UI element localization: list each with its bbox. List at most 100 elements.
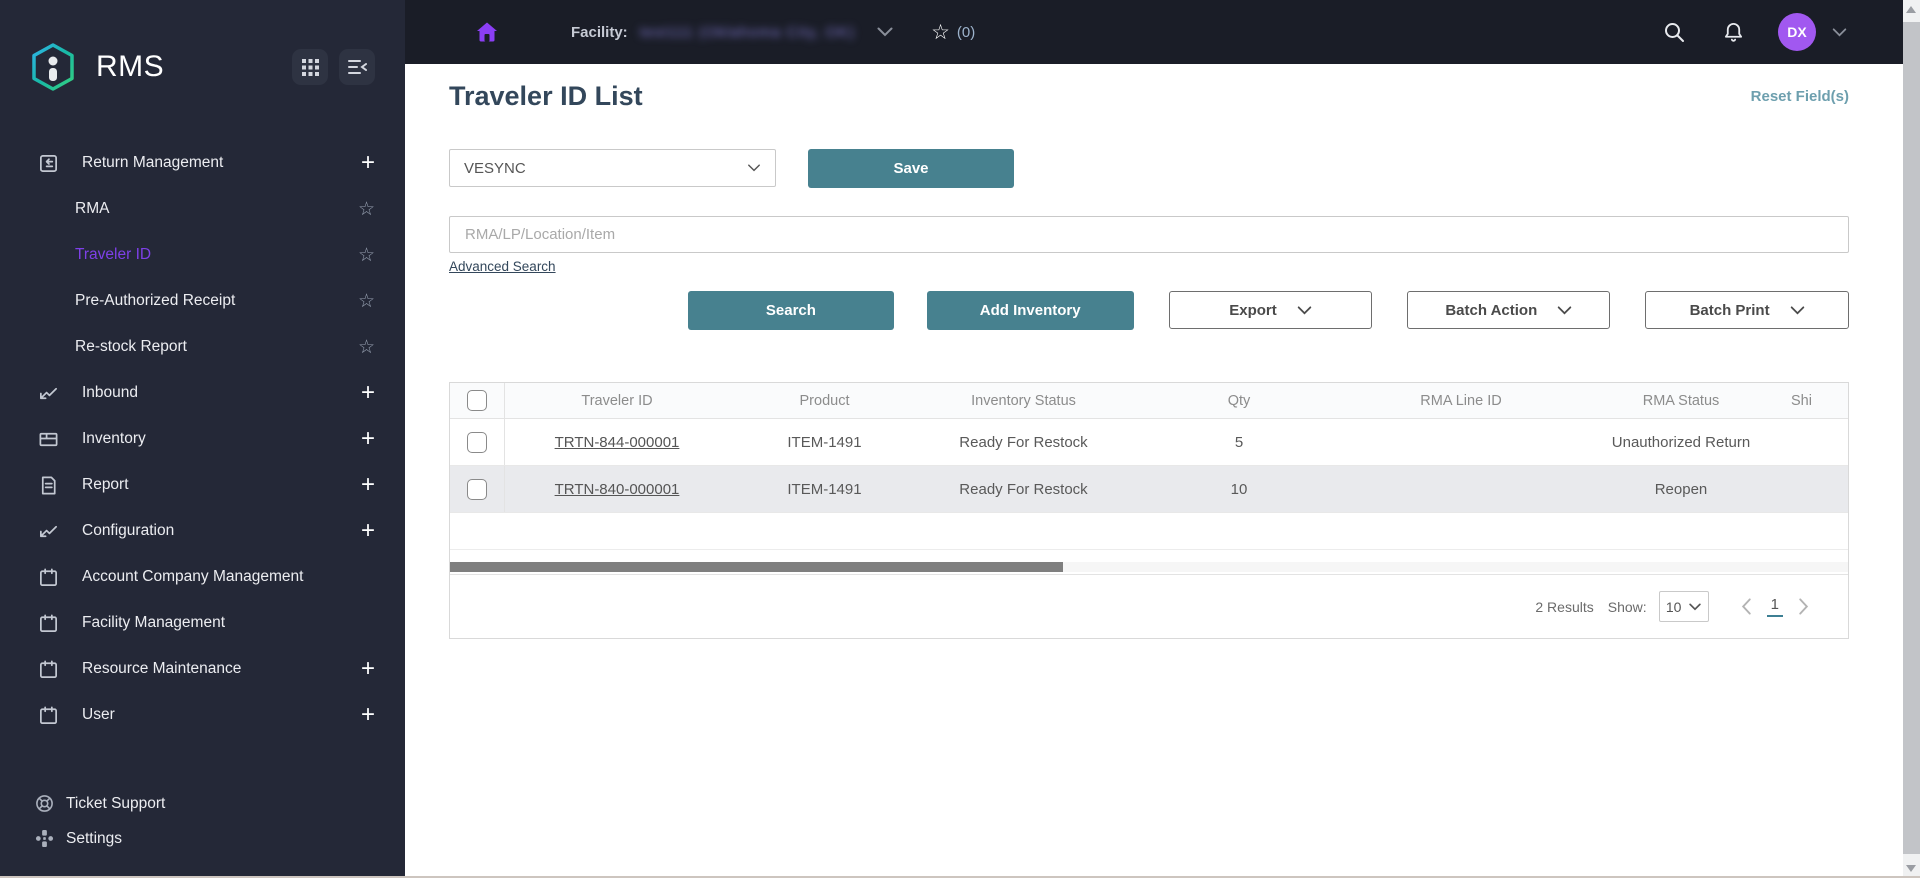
export-dropdown[interactable]: Export bbox=[1168, 291, 1373, 329]
next-page-icon[interactable] bbox=[1798, 598, 1809, 615]
sidebar-item-pre-authorized-receipt[interactable]: Pre-Authorized Receipt ☆ bbox=[0, 278, 405, 324]
current-page[interactable]: 1 bbox=[1766, 596, 1783, 617]
batch-print-label: Batch Print bbox=[1689, 301, 1770, 319]
client-select[interactable]: VESYNC bbox=[449, 149, 776, 187]
sidebar-item-traveler-id[interactable]: Traveler ID ☆ bbox=[0, 232, 405, 278]
topbar: Facility: test111 (Oklahoma City, OK) ☆ … bbox=[405, 0, 1903, 64]
scroll-up-arrow-icon[interactable] bbox=[1906, 6, 1916, 13]
sidebar-item-return-management[interactable]: Return Management + bbox=[0, 140, 405, 186]
table-horizontal-scrollbar bbox=[450, 550, 1848, 574]
notifications-bell-icon[interactable] bbox=[1723, 21, 1744, 43]
rma-status-cell: Unauthorized Return bbox=[1611, 433, 1751, 451]
user-avatar[interactable]: DX bbox=[1778, 13, 1816, 51]
facility-selector[interactable]: Facility: test111 (Oklahoma City, OK) bbox=[571, 24, 893, 41]
chevron-down-icon bbox=[1790, 305, 1805, 315]
apps-grid-button[interactable] bbox=[292, 49, 328, 85]
vscroll-thumb[interactable] bbox=[1903, 22, 1920, 854]
home-icon[interactable] bbox=[475, 20, 499, 44]
footer-item-label: Settings bbox=[66, 829, 123, 847]
expand-plus-icon[interactable]: + bbox=[361, 657, 375, 681]
chevron-down-icon bbox=[1557, 305, 1572, 315]
calendar-icon bbox=[37, 704, 59, 726]
sidebar-nav: Return Management + RMA ☆ Traveler ID ☆ … bbox=[0, 140, 405, 738]
results-count: 2 Results bbox=[1535, 598, 1594, 615]
page-size-value: 10 bbox=[1665, 598, 1682, 615]
sidebar-item-rma[interactable]: RMA ☆ bbox=[0, 186, 405, 232]
favorite-star-icon[interactable]: ☆ bbox=[358, 338, 375, 357]
hscroll-thumb[interactable] bbox=[450, 562, 1063, 572]
prev-page-icon[interactable] bbox=[1741, 598, 1752, 615]
search-input[interactable] bbox=[449, 216, 1849, 253]
return-box-icon bbox=[37, 152, 59, 174]
expand-plus-icon[interactable]: + bbox=[361, 473, 375, 497]
footer-item-label: Ticket Support bbox=[66, 794, 166, 812]
sidebar-item-label: Re-stock Report bbox=[75, 338, 187, 355]
add-inventory-button[interactable]: Add Inventory bbox=[926, 291, 1134, 330]
sidebar-item-label: Facility Management bbox=[82, 614, 226, 631]
favorite-star-icon[interactable]: ☆ bbox=[358, 246, 375, 265]
favorite-star-icon[interactable]: ☆ bbox=[358, 200, 375, 219]
expand-plus-icon[interactable]: + bbox=[361, 703, 375, 727]
facility-label: Facility: bbox=[571, 23, 628, 41]
chevron-down-icon[interactable] bbox=[877, 27, 893, 37]
sidebar-footer: Ticket Support Settings bbox=[0, 786, 405, 876]
sidebar-item-resource-maintenance[interactable]: Resource Maintenance + bbox=[0, 646, 405, 692]
sidebar-item-inbound[interactable]: Inbound + bbox=[0, 370, 405, 416]
row-checkbox[interactable] bbox=[467, 431, 487, 453]
batch-print-dropdown[interactable]: Batch Print bbox=[1645, 291, 1849, 329]
favorite-star-icon[interactable]: ☆ bbox=[358, 292, 375, 311]
reset-fields-link[interactable]: Reset Field(s) bbox=[1751, 88, 1849, 105]
sidebar-item-configuration[interactable]: Configuration + bbox=[0, 508, 405, 554]
save-button[interactable]: Save bbox=[808, 149, 1014, 188]
vertical-scrollbar[interactable] bbox=[1903, 0, 1920, 878]
expand-plus-icon[interactable]: + bbox=[361, 381, 375, 405]
search-button[interactable]: Search bbox=[688, 291, 894, 330]
sidebar-item-account-company-management[interactable]: Account Company Management bbox=[0, 554, 405, 600]
advanced-search-link[interactable]: Advanced Search bbox=[449, 259, 556, 274]
column-header-inventory-status[interactable]: Inventory Status bbox=[920, 383, 1127, 418]
expand-plus-icon[interactable]: + bbox=[361, 151, 375, 175]
sidebar: RMS Return Management + RMA ☆ Traveler I… bbox=[0, 0, 405, 876]
settings-link[interactable]: Settings bbox=[34, 821, 405, 856]
page-size-select[interactable]: 10 bbox=[1658, 591, 1709, 622]
trend-arrow-icon bbox=[37, 382, 59, 404]
column-header-clipped[interactable]: Shi bbox=[1791, 383, 1848, 418]
sidebar-item-facility-management[interactable]: Facility Management bbox=[0, 600, 405, 646]
ticket-support-link[interactable]: Ticket Support bbox=[34, 786, 405, 821]
expand-plus-icon[interactable]: + bbox=[361, 519, 375, 543]
chevron-down-icon bbox=[1689, 603, 1702, 611]
inventory-status-cell: Ready For Restock bbox=[959, 433, 1088, 451]
column-header-traveler-id[interactable]: Traveler ID bbox=[505, 383, 729, 418]
calendar-icon bbox=[37, 658, 59, 680]
traveler-id-link[interactable]: TRTN-844-000001 bbox=[555, 434, 680, 451]
brand-name: RMS bbox=[96, 50, 165, 83]
search-icon[interactable] bbox=[1663, 21, 1685, 43]
favorites-star-icon[interactable]: ☆ bbox=[931, 20, 950, 45]
sidebar-item-label: Resource Maintenance bbox=[82, 660, 242, 677]
sidebar-item-inventory[interactable]: Inventory + bbox=[0, 416, 405, 462]
expand-plus-icon[interactable]: + bbox=[361, 427, 375, 451]
select-all-cell bbox=[450, 383, 505, 418]
facility-value-redacted: test111 (Oklahoma City, OK) bbox=[639, 23, 856, 41]
chevron-down-icon[interactable] bbox=[1832, 27, 1847, 37]
column-header-qty[interactable]: Qty bbox=[1127, 383, 1351, 418]
page-content: Traveler ID List Reset Field(s) VESYNC S… bbox=[405, 64, 1903, 876]
column-header-product[interactable]: Product bbox=[729, 383, 920, 418]
app-window: RMS Return Management + RMA ☆ Traveler I… bbox=[0, 0, 1903, 876]
page-title: Traveler ID List bbox=[449, 81, 643, 111]
sidebar-item-report[interactable]: Report + bbox=[0, 462, 405, 508]
batch-action-dropdown[interactable]: Batch Action bbox=[1407, 291, 1611, 329]
column-header-rma-status[interactable]: RMA Status bbox=[1571, 383, 1791, 418]
clipped-cell bbox=[1791, 466, 1848, 512]
sidebar-item-restock-report[interactable]: Re-stock Report ☆ bbox=[0, 324, 405, 370]
client-select-value: VESYNC bbox=[464, 159, 526, 177]
page-navigation: 1 bbox=[1741, 596, 1809, 617]
collapse-sidebar-button[interactable] bbox=[339, 49, 375, 85]
select-all-checkbox[interactable] bbox=[467, 390, 487, 411]
traveler-id-link[interactable]: TRTN-840-000001 bbox=[555, 481, 680, 498]
rma-line-id-cell bbox=[1351, 466, 1571, 512]
sidebar-item-user[interactable]: User + bbox=[0, 692, 405, 738]
scroll-down-arrow-icon[interactable] bbox=[1906, 865, 1916, 872]
column-header-rma-line-id[interactable]: RMA Line ID bbox=[1351, 383, 1571, 418]
row-checkbox[interactable] bbox=[467, 478, 487, 500]
